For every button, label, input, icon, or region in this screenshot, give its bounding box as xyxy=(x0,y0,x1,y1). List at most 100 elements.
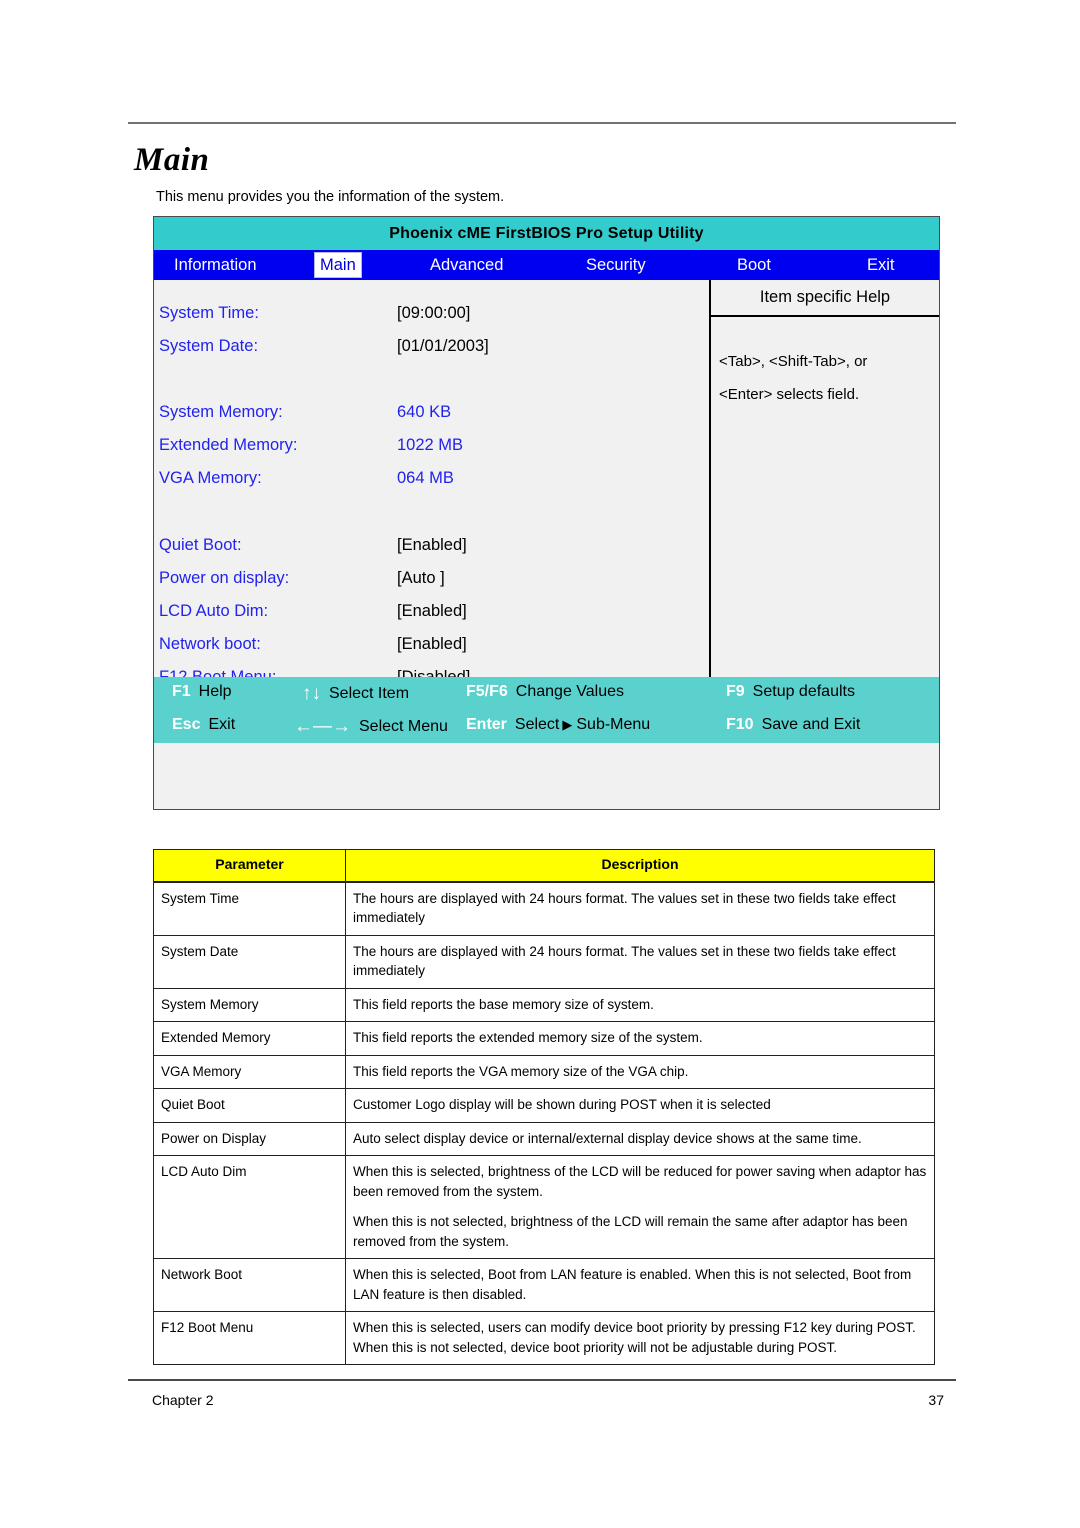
cell-description: When this is selected, Boot from LAN fea… xyxy=(345,1258,935,1312)
bios-field-label: Network boot: xyxy=(159,635,261,653)
key-action-label: Save and Exit xyxy=(761,716,861,733)
cell-description: Customer Logo display will be shown duri… xyxy=(345,1088,935,1123)
bios-field-value[interactable]: [Enabled] xyxy=(397,536,467,555)
description-paragraph: When this is selected, users can modify … xyxy=(353,1320,916,1355)
bios-field-label: LCD Auto Dim: xyxy=(159,602,269,620)
bios-menu-bar: Information Main Advanced Security Boot Exit xyxy=(154,250,939,280)
key-action-sublabel: Sub-Menu xyxy=(576,716,651,733)
bios-function-key-bar: F1 Help ↑↓ Select Item F5/F6 Change Values F9 S… xyxy=(154,677,939,743)
cell-parameter: Power on Display xyxy=(153,1121,346,1156)
table-row: System Memory This field reports the base… xyxy=(153,987,935,1022)
bios-field-row[interactable]: Power on display: [Auto ] xyxy=(154,569,709,602)
bios-field-row[interactable]: System Date: [01/01/2003] xyxy=(154,337,709,370)
description-paragraph: When this is selected, brightness of the… xyxy=(353,1164,927,1199)
bios-field-row[interactable]: VGA Memory: 064 MB xyxy=(154,469,709,502)
table-row: F12 Boot Menu When this is selected, user… xyxy=(153,1311,935,1365)
function-key-hint: F10 Save and Exit xyxy=(726,716,860,734)
bios-field-label: Extended Memory: xyxy=(159,436,298,454)
submenu-triangle-icon: ▶ xyxy=(562,717,573,732)
column-header-parameter: Parameter xyxy=(153,849,346,883)
help-line-1: <Tab>, <Shift-Tab>, or xyxy=(719,353,868,370)
bios-field-value[interactable]: [01/01/2003] xyxy=(397,337,489,356)
cell-description: This field reports the VGA memory size o… xyxy=(345,1054,935,1089)
function-key-hint: Enter Select ▶ Sub-Menu xyxy=(466,716,650,734)
document-page: Main This menu provides you the informat… xyxy=(0,0,1080,1528)
cell-parameter: Extended Memory xyxy=(153,1021,346,1056)
bios-menu-tab-information[interactable]: Information xyxy=(174,250,257,280)
table-row: Power on Display Auto select display devi… xyxy=(153,1121,935,1156)
cell-description: The hours are displayed with 24 hours fo… xyxy=(345,934,935,989)
key-action-label: Setup defaults xyxy=(752,683,855,700)
key-action-label: Help xyxy=(198,683,232,700)
description-paragraph: When this is selected, Boot from LAN fea… xyxy=(353,1267,912,1302)
cell-description: This field reports the extended memory s… xyxy=(345,1021,935,1056)
key-action-label: Select Item xyxy=(329,685,410,702)
table-row: VGA Memory This field reports the VGA mem… xyxy=(153,1054,935,1089)
intro-paragraph: This menu provides you the information o… xyxy=(156,189,505,205)
bios-menu-tab-main[interactable]: Main xyxy=(314,252,362,278)
bios-field-label: System Time: xyxy=(159,304,259,322)
bios-setup-window: Phoenix cME FirstBIOS Pro Setup Utility … xyxy=(153,216,940,810)
cell-parameter: System Memory xyxy=(153,987,346,1022)
bios-field-value[interactable]: [Auto ] xyxy=(397,569,445,588)
arrow-keys-icon: ↑↓ xyxy=(302,683,321,704)
function-key-hint: F1 Help xyxy=(172,683,232,701)
cell-description: When this is selected, users can modify … xyxy=(345,1311,935,1365)
description-paragraph: The hours are displayed with 24 hours fo… xyxy=(353,890,896,926)
description-paragraph: This field reports the extended memory s… xyxy=(353,1030,703,1045)
cell-parameter: Network Boot xyxy=(153,1258,346,1312)
help-panel-header: Item specific Help xyxy=(711,280,939,317)
cell-parameter: VGA Memory xyxy=(153,1054,346,1089)
bios-menu-tab-boot[interactable]: Boot xyxy=(737,250,771,280)
table-row: Network Boot When this is selected, Boot … xyxy=(153,1258,935,1312)
key-name: Esc xyxy=(172,716,201,733)
cell-parameter: LCD Auto Dim xyxy=(153,1155,346,1259)
bios-field-value[interactable]: 640 KB xyxy=(397,403,451,422)
bios-field-row[interactable]: Network boot: [Enabled] xyxy=(154,635,709,668)
bios-field-label: System Memory: xyxy=(159,403,283,421)
key-action-label: Select xyxy=(514,716,560,733)
key-name: F10 xyxy=(726,716,754,733)
table-row: LCD Auto Dim When this is selected, brigh… xyxy=(153,1155,935,1259)
key-name: Enter xyxy=(466,716,507,733)
description-paragraph: This field reports the VGA memory size o… xyxy=(353,1063,689,1079)
function-key-hint: Esc Exit xyxy=(172,716,235,734)
table-header-row: Parameter Description xyxy=(153,849,935,883)
cell-description: This field reports the base memory size … xyxy=(345,987,935,1022)
description-paragraph: Auto select display device or internal/e… xyxy=(353,1130,862,1146)
bios-field-row[interactable]: System Time: [09:00:00] xyxy=(154,304,709,337)
parameter-description-table: Parameter Description System Time The hou… xyxy=(153,849,935,1365)
cell-parameter: System Time xyxy=(153,881,346,936)
function-key-hint: ←—→ Select Menu xyxy=(294,716,448,738)
description-paragraph: Customer Logo display will be shown duri… xyxy=(353,1097,771,1112)
table-row: System Date The hours are displayed with … xyxy=(153,934,935,989)
key-name: F5/F6 xyxy=(466,683,508,700)
cell-description: Auto select display device or internal/e… xyxy=(345,1121,935,1156)
bios-title-bar: Phoenix cME FirstBIOS Pro Setup Utility xyxy=(154,217,939,250)
table-row: Extended Memory This field reports the ex… xyxy=(153,1021,935,1056)
function-key-hint: ↑↓ Select Item xyxy=(302,683,409,705)
key-action-label: Change Values xyxy=(515,683,625,700)
bios-field-value[interactable]: 064 MB xyxy=(397,469,454,488)
bios-field-row[interactable]: Quiet Boot: [Enabled] xyxy=(154,536,709,569)
bios-field-value[interactable]: [Enabled] xyxy=(397,602,467,621)
bios-field-value[interactable]: [09:00:00] xyxy=(397,304,470,323)
cell-description: When this is selected, brightness of the… xyxy=(345,1155,935,1259)
bios-field-value[interactable]: 1022 MB xyxy=(397,436,463,455)
page-title: Main xyxy=(134,142,210,178)
bios-field-row[interactable]: System Memory: 640 KB xyxy=(154,403,709,436)
bios-field-label: System Date: xyxy=(159,337,259,355)
cell-parameter: System Date xyxy=(153,934,346,989)
arrow-keys-icon: ←—→ xyxy=(294,716,351,737)
bios-field-row[interactable]: Extended Memory: 1022 MB xyxy=(154,436,709,469)
bios-field-value[interactable]: [Enabled] xyxy=(397,635,467,654)
cell-parameter: F12 Boot Menu xyxy=(153,1311,346,1365)
footer-rule xyxy=(128,1379,956,1381)
bios-field-row[interactable]: LCD Auto Dim: [Enabled] xyxy=(154,602,709,635)
key-name: F1 xyxy=(172,683,191,700)
cell-description: The hours are displayed with 24 hours fo… xyxy=(345,881,935,936)
bios-menu-tab-exit[interactable]: Exit xyxy=(867,250,895,280)
bios-menu-tab-security[interactable]: Security xyxy=(586,250,646,280)
bios-field-label: Quiet Boot: xyxy=(159,536,242,554)
bios-menu-tab-advanced[interactable]: Advanced xyxy=(430,250,503,280)
